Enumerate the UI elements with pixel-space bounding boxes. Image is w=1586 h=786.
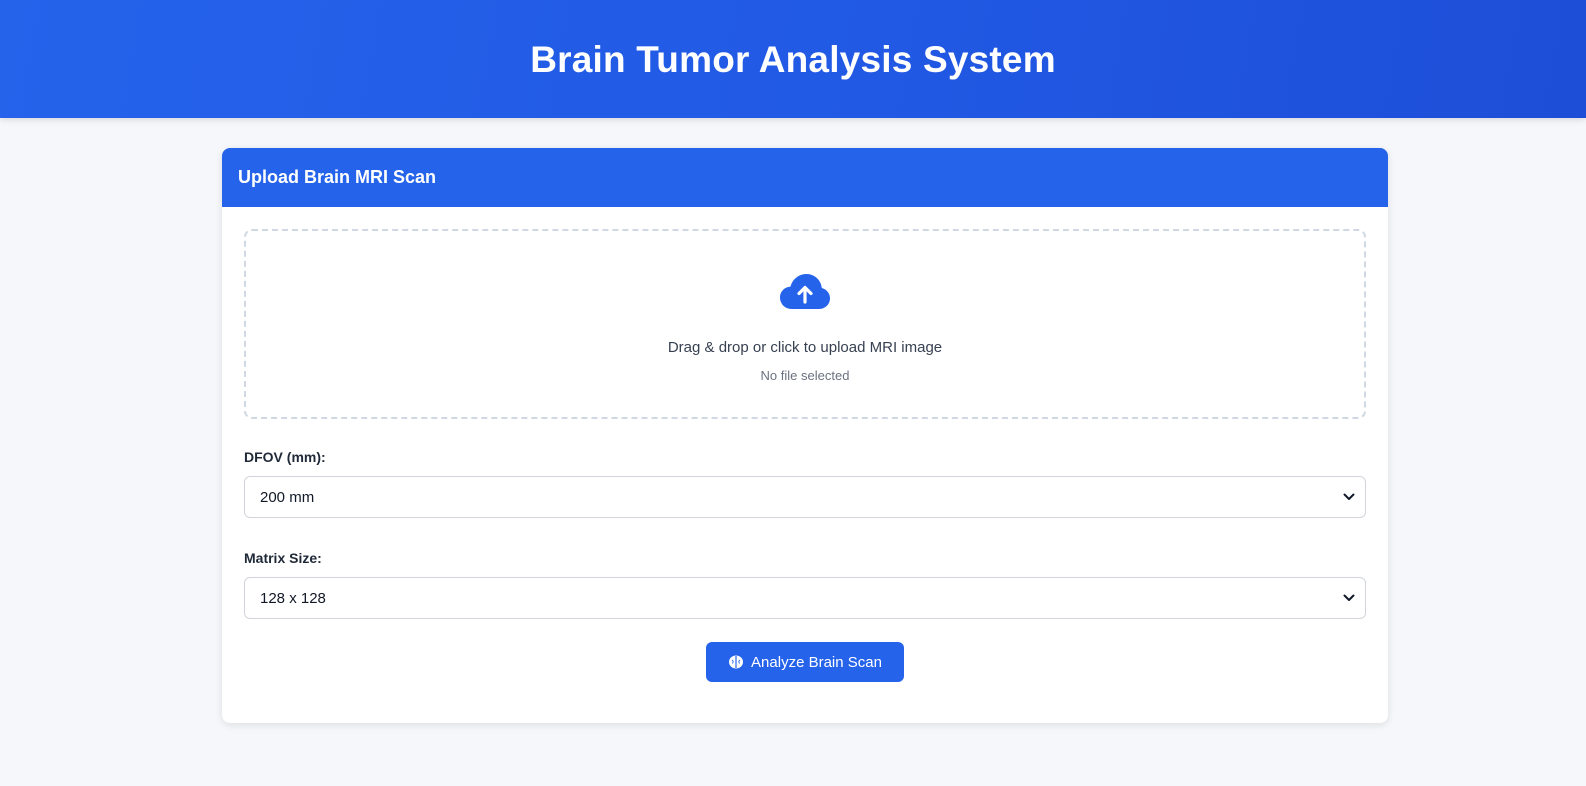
file-status: No file selected <box>760 368 850 383</box>
matrix-size-label: Matrix Size: <box>244 550 322 566</box>
file-dropzone[interactable]: Drag & drop or click to upload MRI image… <box>244 229 1366 419</box>
analyze-button-label: Analyze Brain Scan <box>751 653 882 671</box>
app-header: Brain Tumor Analysis System <box>0 0 1586 118</box>
dfov-label: DFOV (mm): <box>244 449 326 465</box>
page-title: Brain Tumor Analysis System <box>530 39 1056 80</box>
cloud-upload-icon <box>780 274 830 309</box>
analyze-brain-scan-button[interactable]: Analyze Brain Scan <box>706 642 904 682</box>
upload-card-body: Drag & drop or click to upload MRI image… <box>222 207 1388 682</box>
chevron-down-icon <box>1343 594 1355 601</box>
matrix-size-select[interactable]: 128 x 128 <box>244 577 1366 619</box>
upload-card-header: Upload Brain MRI Scan <box>222 148 1388 207</box>
dropzone-instruction: Drag & drop or click to upload MRI image <box>667 339 943 356</box>
brain-icon <box>729 655 744 669</box>
dfov-selected-value: 200 mm <box>260 488 315 506</box>
dfov-select[interactable]: 200 mm <box>244 476 1366 518</box>
upload-card-title: Upload Brain MRI Scan <box>238 167 437 187</box>
upload-card: Upload Brain MRI Scan Drag & drop or cli… <box>222 148 1388 723</box>
matrix-size-selected-value: 128 x 128 <box>260 589 326 607</box>
action-row: Analyze Brain Scan <box>244 642 1366 682</box>
chevron-down-icon <box>1343 493 1355 500</box>
